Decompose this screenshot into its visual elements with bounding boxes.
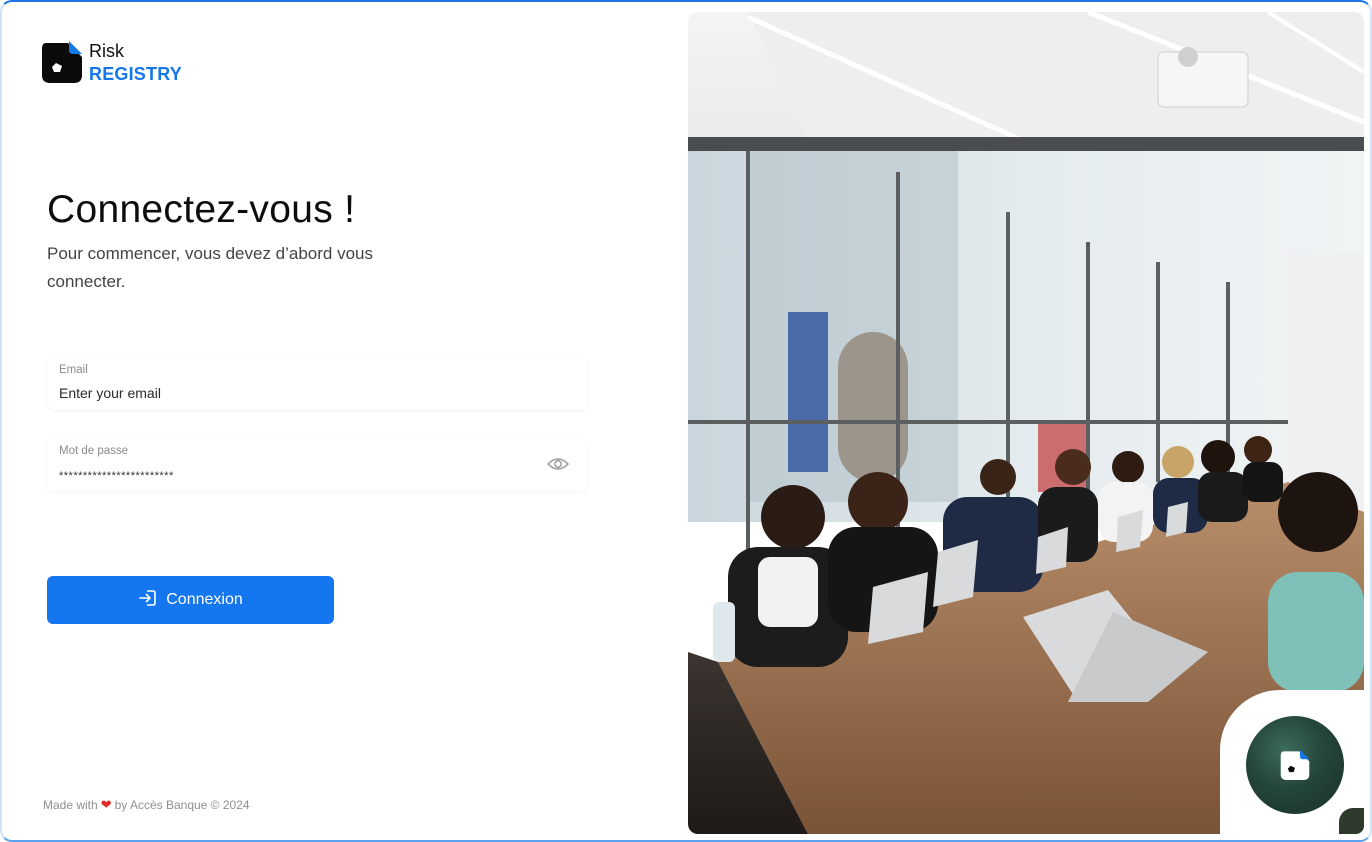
password-label: Mot de passe <box>59 445 129 457</box>
footer-made-with: Made with <box>43 798 98 812</box>
risk-registry-logo-icon <box>1280 750 1310 780</box>
login-page: Risk REGISTRY Connectez-vous ! Pour comm… <box>0 0 1372 842</box>
email-input[interactable] <box>59 383 529 403</box>
page-subtitle: Pour commencer, vous devez d’abord vous … <box>47 244 374 291</box>
heart-icon: ❤ <box>100 797 112 812</box>
brand-logo: Risk REGISTRY <box>42 41 182 83</box>
email-label: Email <box>59 364 88 376</box>
footer-credit: by Accès Banque © 2024 <box>114 798 250 812</box>
password-input[interactable] <box>59 466 529 486</box>
login-icon <box>138 588 158 613</box>
photo-corner-fragment <box>1339 808 1364 834</box>
email-field[interactable]: Email <box>47 358 587 410</box>
connexion-button[interactable]: Connexion <box>47 576 334 624</box>
brand-name-line1: Risk <box>89 40 124 61</box>
connexion-button-label: Connexion <box>166 591 243 608</box>
eye-icon[interactable] <box>546 455 570 473</box>
logo-badge <box>1246 716 1344 814</box>
password-field[interactable]: Mot de passe <box>47 439 587 491</box>
footer: Made with ❤ by Accès Banque © 2024 <box>43 797 250 813</box>
brand-name-line2: REGISTRY <box>89 63 182 84</box>
page-title: Connectez-vous ! <box>47 188 356 231</box>
risk-registry-logo-icon <box>42 41 82 83</box>
